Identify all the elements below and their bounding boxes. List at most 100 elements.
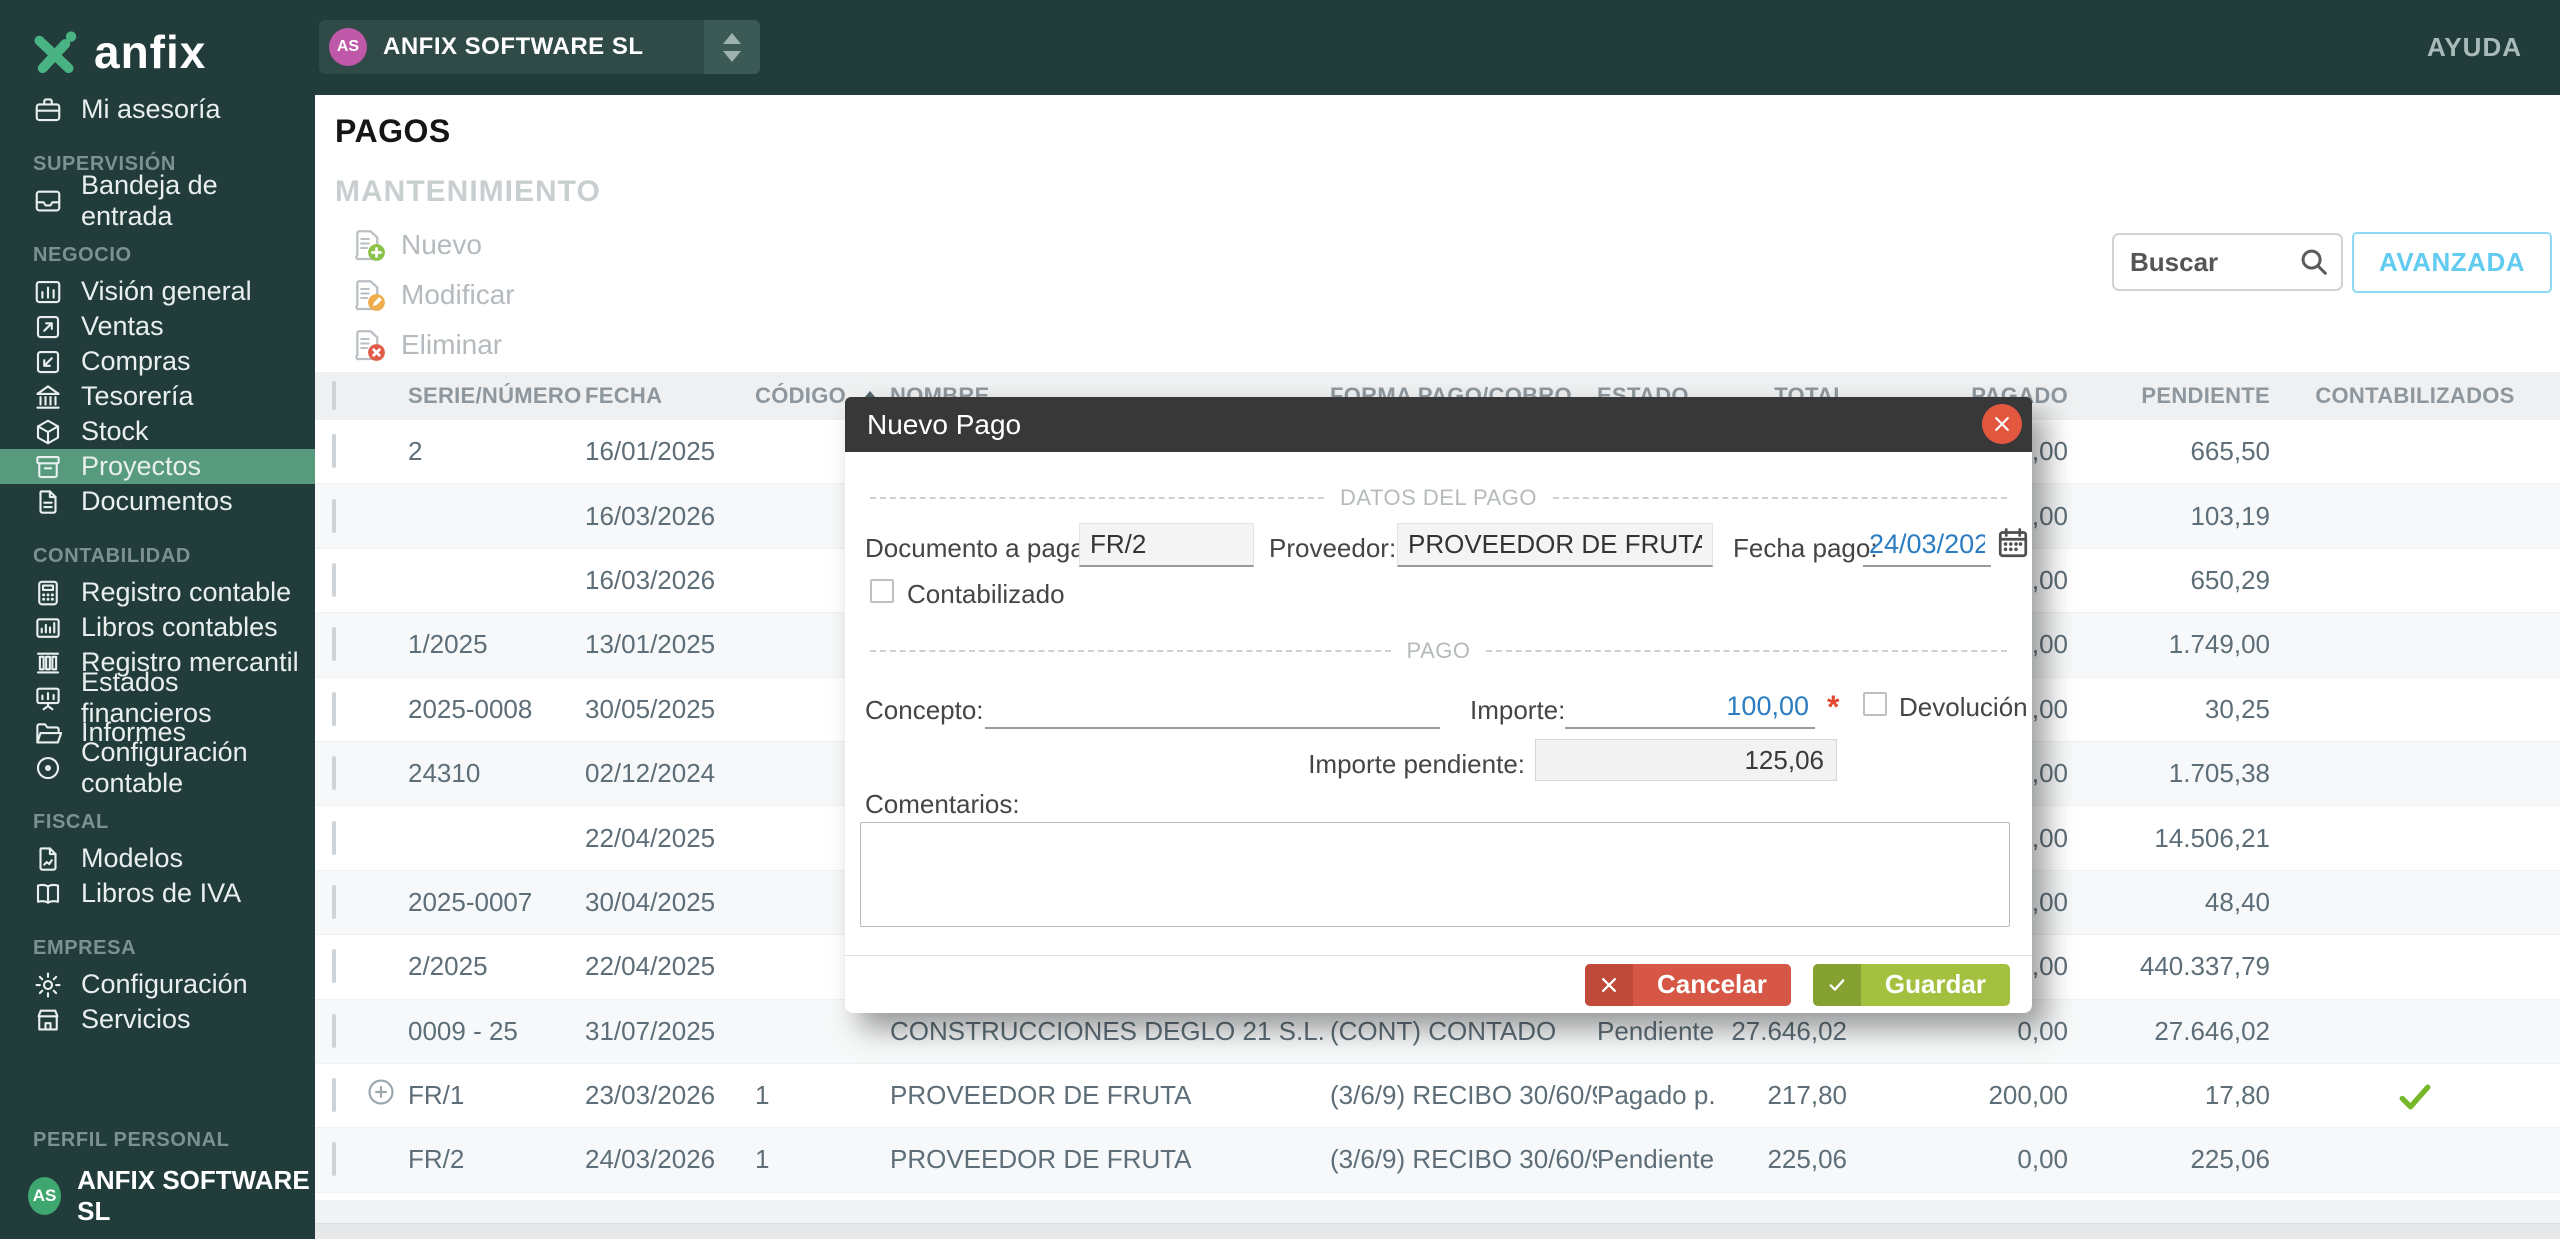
sidebar-item-label: Configuración: [81, 969, 248, 999]
overview-icon: [33, 277, 63, 307]
cell-nombre: PROVEEDOR DE FRUTA: [890, 1080, 1192, 1111]
col-serie-numero[interactable]: SERIE/NÚMERO: [408, 383, 585, 409]
sidebar-item-tesoreria[interactable]: Tesorería: [0, 379, 315, 414]
comentarios-textarea[interactable]: [860, 822, 2010, 927]
sidebar-item-estados-financieros[interactable]: Estados financieros: [0, 667, 315, 728]
sidebar-item-mi-asesoria[interactable]: Mi asesoría: [0, 92, 315, 127]
sidebar-item-label: Libros contables: [81, 612, 278, 642]
contabilizado-checkbox[interactable]: [870, 579, 894, 603]
col-contabilizados[interactable]: CONTABILIZADOS: [2270, 383, 2560, 409]
row-checkbox[interactable]: [332, 627, 336, 662]
importe-pendiente-label: Importe pendiente:: [1308, 749, 1525, 779]
document-icon: [33, 487, 63, 517]
cancel-x-icon: [1585, 963, 1633, 1006]
sidebar-item-modelos[interactable]: Modelos: [0, 841, 315, 876]
search-icon[interactable]: [2297, 245, 2331, 279]
calculator-icon: [33, 578, 63, 608]
cancel-button[interactable]: Cancelar: [1585, 963, 1791, 1006]
nuevo-button[interactable]: Nuevo: [351, 220, 515, 270]
table-row[interactable]: FR/2 24/03/2026 1 PROVEEDOR DE FRUTA (3/6/9)…: [315, 1128, 2560, 1193]
company-selector-arrows-icon[interactable]: [704, 20, 760, 74]
documento-input[interactable]: [1079, 523, 1254, 567]
row-checkbox[interactable]: [332, 949, 336, 984]
sidebar-item-servicios[interactable]: Servicios: [0, 1002, 315, 1037]
company-selector[interactable]: AS ANFIX SOFTWARE SL: [319, 20, 760, 74]
cell-pagado: 0,00: [2017, 1015, 2068, 1046]
row-checkbox[interactable]: [332, 884, 336, 919]
cell-forma-pago: (3/6/9) RECIBO 30/60/90: [1330, 1144, 1597, 1175]
importe-input[interactable]: [1565, 685, 1815, 729]
importe-pendiente-value: 125,06: [1535, 739, 1837, 781]
sidebar-item-libros-de-iva[interactable]: Libros de IVA: [0, 876, 315, 911]
eliminar-button[interactable]: Eliminar: [351, 320, 515, 370]
search-input[interactable]: [2128, 245, 2297, 279]
sidebar-item-label: Servicios: [81, 1004, 191, 1034]
cell-forma-pago: (3/6/9) RECIBO 30/60/90: [1330, 1080, 1597, 1111]
cell-serie: 2025-0008: [408, 693, 533, 724]
fecha-pago-input[interactable]: [1863, 523, 1991, 567]
required-asterisk: *: [1827, 689, 1840, 725]
anfix-logo-icon: [34, 31, 77, 74]
save-button[interactable]: Guardar: [1812, 963, 2010, 1006]
select-all-checkbox[interactable]: [332, 381, 336, 410]
cell-fecha: 16/01/2025: [585, 436, 716, 467]
calendar-icon[interactable]: [1995, 525, 2031, 561]
row-checkbox[interactable]: [332, 756, 336, 791]
cell-pagado: 0,00: [2017, 1144, 2068, 1175]
sidebar-section-label-perfil: PERFIL PERSONAL: [33, 1129, 230, 1151]
sidebar-item-registro-contable[interactable]: Registro contable: [0, 575, 315, 610]
cell-estado: Pagado p...: [1597, 1080, 1717, 1111]
table-row[interactable]: FR/1 23/03/2026 1 PROVEEDOR DE FRUTA (3/6/9)…: [315, 1064, 2560, 1129]
row-checkbox[interactable]: [332, 562, 336, 597]
profile-avatar: AS: [28, 1177, 62, 1215]
expand-row-icon[interactable]: [365, 1076, 397, 1108]
documento-label: Documento a pagar:: [865, 533, 1101, 563]
sidebar-item-documentos[interactable]: Documentos: [0, 484, 315, 519]
col-pendiente[interactable]: PENDIENTE: [2068, 383, 2270, 409]
row-checkbox[interactable]: [332, 498, 336, 533]
cell-serie: FR/1: [408, 1080, 465, 1111]
row-checkbox[interactable]: [332, 434, 336, 469]
anfix-logo[interactable]: anfix: [28, 24, 206, 80]
sidebar-item-libros-contables[interactable]: Libros contables: [0, 610, 315, 645]
col-fecha[interactable]: FECHA: [585, 383, 755, 409]
cell-pendiente: 14.506,21: [2154, 822, 2270, 853]
sidebar-item-proyectos[interactable]: Proyectos: [0, 449, 315, 484]
concepto-input[interactable]: [985, 685, 1440, 729]
row-checkbox[interactable]: [332, 1078, 336, 1113]
sidebar-item-compras[interactable]: Compras: [0, 344, 315, 379]
sidebar-item-vision-general[interactable]: Visión general: [0, 274, 315, 309]
row-checkbox[interactable]: [332, 1013, 336, 1048]
page-header: PAGOS: [315, 95, 2560, 169]
reports-icon: [33, 718, 63, 748]
company-avatar: AS: [329, 28, 367, 66]
importe-label: Importe:: [1470, 695, 1566, 725]
row-checkbox[interactable]: [332, 820, 336, 855]
footer-band: [315, 1200, 2560, 1224]
profile-company[interactable]: AS ANFIX SOFTWARE SL: [0, 1165, 315, 1227]
devolucion-checkbox[interactable]: [1863, 692, 1887, 716]
sidebar-item-configuracion[interactable]: Configuración: [0, 967, 315, 1002]
help-link[interactable]: AYUDA: [2427, 0, 2522, 95]
devolucion-label: Devolución: [1899, 692, 2028, 722]
cell-pagado: 200,00: [1988, 1080, 2068, 1111]
sidebar-item-stock[interactable]: Stock: [0, 414, 315, 449]
proveedor-input[interactable]: [1397, 523, 1713, 567]
search-box: [2112, 233, 2343, 291]
sidebar-item-configuracion-contable[interactable]: Configuración contable: [0, 737, 315, 798]
sidebar-section-label-negocio: NEGOCIO: [33, 244, 132, 266]
modificar-button[interactable]: Modificar: [351, 270, 515, 320]
row-checkbox[interactable]: [332, 691, 336, 726]
cell-pendiente: 1.749,00: [2168, 629, 2270, 660]
cell-serie: 2025-0007: [408, 886, 533, 917]
cell-codigo: 1: [755, 1144, 770, 1175]
sidebar-item-ventas[interactable]: Ventas: [0, 309, 315, 344]
contabilizado-label: Contabilizado: [907, 579, 1065, 609]
toolbar-group-label: MANTENIMIENTO: [335, 175, 601, 208]
advanced-search-button[interactable]: AVANZADA: [2352, 232, 2552, 293]
row-checkbox[interactable]: [332, 1142, 336, 1177]
cell-nombre: CONSTRUCCIONES DEGLO 21 S.L.: [890, 1015, 1325, 1046]
cell-pendiente: 650,29: [2190, 564, 2270, 595]
modal-close-button[interactable]: [1982, 404, 2022, 444]
sidebar-item-bandeja-de-entrada[interactable]: Bandeja de entrada: [0, 170, 315, 231]
